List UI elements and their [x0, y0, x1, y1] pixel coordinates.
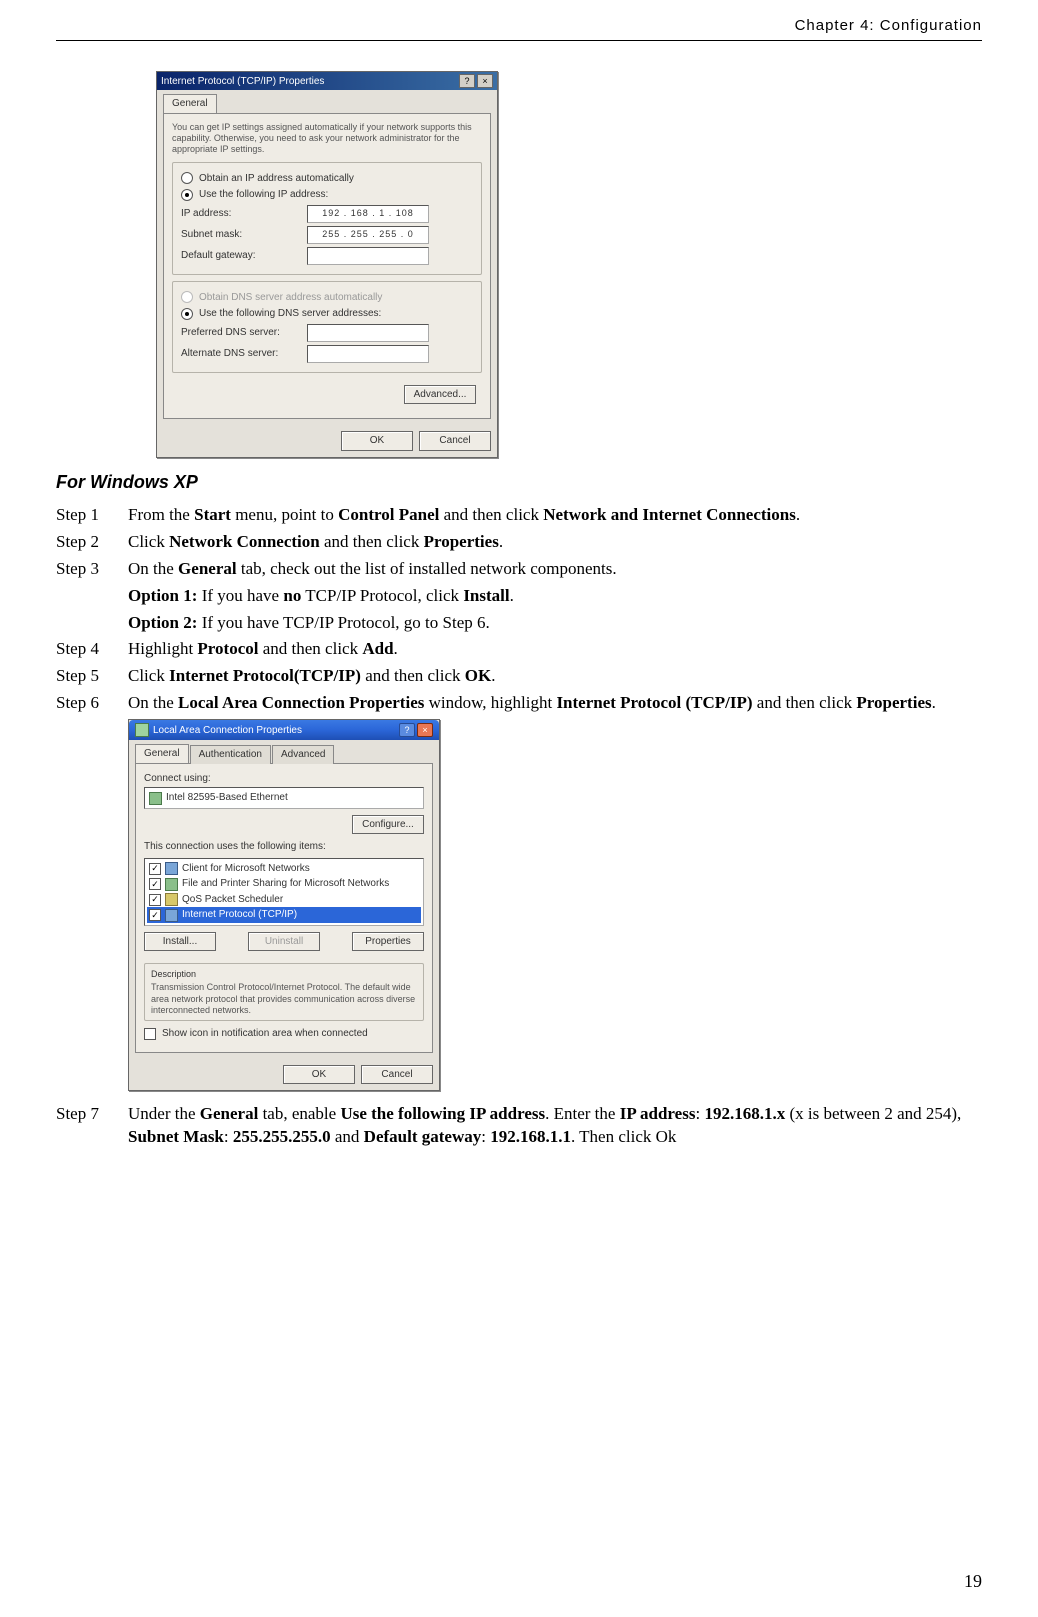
network-icon: [135, 723, 149, 737]
close-icon[interactable]: ×: [417, 723, 433, 737]
step-3-option-1: Option 1: If you have no TCP/IP Protocol…: [56, 585, 982, 608]
ok-button[interactable]: OK: [283, 1065, 355, 1085]
label-preferred-dns: Preferred DNS server:: [181, 326, 301, 340]
radio-use-dns[interactable]: Use the following DNS server addresses:: [181, 307, 473, 321]
uninstall-button: Uninstall: [248, 932, 320, 952]
step-4: Step 4 Highlight Protocol and then click…: [56, 638, 982, 661]
list-item[interactable]: QoS Packet Scheduler: [147, 892, 421, 908]
page-number: 19: [964, 1569, 982, 1593]
tab-advanced[interactable]: Advanced: [272, 745, 334, 764]
step-3: Step 3 On the General tab, check out the…: [56, 558, 982, 581]
list-item[interactable]: File and Printer Sharing for Microsoft N…: [147, 876, 421, 892]
lac-properties-dialog: Local Area Connection Properties ? × Gen…: [128, 719, 440, 1091]
dialog-description: You can get IP settings assigned automat…: [172, 122, 482, 156]
radio-obtain-dns: Obtain DNS server address automatically: [181, 291, 473, 305]
cancel-button[interactable]: Cancel: [361, 1065, 433, 1085]
label-items: This connection uses the following items…: [144, 840, 424, 854]
help-icon[interactable]: ?: [399, 723, 415, 737]
list-item[interactable]: Client for Microsoft Networks: [147, 861, 421, 877]
label-description: Description: [151, 968, 417, 980]
ip-address-field[interactable]: 192 . 168 . 1 . 108: [307, 205, 429, 223]
tab-authentication[interactable]: Authentication: [190, 745, 271, 764]
step-6: Step 6 On the Local Area Connection Prop…: [56, 692, 982, 715]
dialog-titlebar: Local Area Connection Properties ? ×: [129, 720, 439, 740]
close-icon[interactable]: ×: [477, 74, 493, 88]
list-item-selected[interactable]: Internet Protocol (TCP/IP): [147, 907, 421, 923]
description-text: Transmission Control Protocol/Internet P…: [151, 982, 417, 1016]
page-header: Chapter 4: Configuration: [56, 16, 982, 41]
adapter-icon: [149, 792, 162, 805]
dialog-title: Local Area Connection Properties: [153, 724, 302, 738]
default-gateway-field[interactable]: [307, 247, 429, 265]
dialog-titlebar: Internet Protocol (TCP/IP) Properties ? …: [157, 72, 497, 90]
label-default-gateway: Default gateway:: [181, 249, 301, 263]
label-ip-address: IP address:: [181, 207, 301, 221]
cancel-button[interactable]: Cancel: [419, 431, 491, 451]
subnet-mask-field[interactable]: 255 . 255 . 255 . 0: [307, 226, 429, 244]
radio-use-ip[interactable]: Use the following IP address:: [181, 188, 473, 202]
properties-button[interactable]: Properties: [352, 932, 424, 952]
tab-general[interactable]: General: [163, 94, 217, 113]
step-1: Step 1 From the Start menu, point to Con…: [56, 504, 982, 527]
adapter-box: Intel 82595-Based Ethernet: [144, 787, 424, 809]
ok-button[interactable]: OK: [341, 431, 413, 451]
label-connect-using: Connect using:: [144, 772, 424, 786]
preferred-dns-field[interactable]: [307, 324, 429, 342]
install-button[interactable]: Install...: [144, 932, 216, 952]
advanced-button[interactable]: Advanced...: [404, 385, 476, 405]
help-icon[interactable]: ?: [459, 74, 475, 88]
configure-button[interactable]: Configure...: [352, 815, 424, 835]
steps-list-cont: Step 7 Under the General tab, enable Use…: [56, 1103, 982, 1149]
step-5: Step 5 Click Internet Protocol(TCP/IP) a…: [56, 665, 982, 688]
step-7: Step 7 Under the General tab, enable Use…: [56, 1103, 982, 1149]
alternate-dns-field[interactable]: [307, 345, 429, 363]
label-subnet-mask: Subnet mask:: [181, 228, 301, 242]
chapter-title: Chapter 4: Configuration: [795, 17, 982, 34]
step-3-option-2: Option 2: If you have TCP/IP Protocol, g…: [56, 612, 982, 635]
step-2: Step 2 Click Network Connection and then…: [56, 531, 982, 554]
tab-general[interactable]: General: [135, 744, 189, 763]
label-alternate-dns: Alternate DNS server:: [181, 347, 301, 361]
tcpip-properties-dialog: Internet Protocol (TCP/IP) Properties ? …: [156, 71, 498, 457]
dialog-title: Internet Protocol (TCP/IP) Properties: [161, 75, 324, 89]
steps-list: Step 1 From the Start menu, point to Con…: [56, 504, 982, 716]
components-listbox[interactable]: Client for Microsoft Networks File and P…: [144, 858, 424, 926]
section-title: For Windows XP: [56, 470, 982, 494]
checkbox-show-icon[interactable]: Show icon in notification area when conn…: [144, 1027, 424, 1041]
radio-obtain-ip[interactable]: Obtain an IP address automatically: [181, 172, 473, 186]
